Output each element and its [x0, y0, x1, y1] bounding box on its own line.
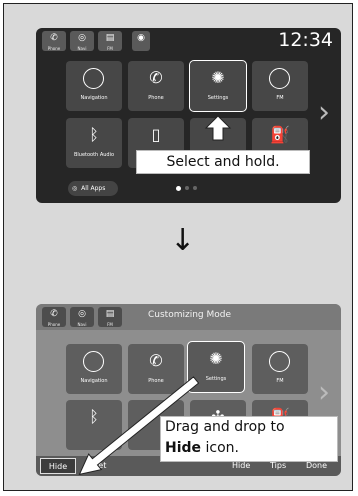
navi-icon: ◎ [78, 33, 86, 43]
clock: 12:34 [278, 29, 333, 51]
media-shortcut-button[interactable]: ◉ [132, 31, 150, 51]
instruction-caption: Drag and drop to Hide icon. [160, 416, 338, 462]
smartphone-icon: ▯ [151, 125, 161, 144]
fuel-icon: ⛽ [270, 125, 290, 144]
gear-icon: ✺ [211, 68, 225, 87]
instruction-caption: Select and hold. [136, 150, 310, 174]
phone-icon: ✆ [50, 33, 58, 43]
down-arrow-icon: ↓ [170, 223, 196, 258]
illustration-frame: ✆ Phone ◎ Navi ▤ FM ◉ 12:34 Navigation ✆… [3, 3, 353, 491]
bluetooth-audio-tile[interactable]: ᛒ Bluetooth Audio [66, 118, 122, 168]
all-apps-button[interactable]: ◎ All Apps [68, 181, 118, 196]
radio-icon [269, 68, 290, 89]
chevron-right-icon[interactable]: › [318, 98, 330, 128]
settings-tile[interactable]: ✺ Settings [189, 60, 247, 112]
compass-icon [83, 68, 104, 89]
fm-tile[interactable]: FM [252, 61, 308, 111]
apps-icon: ◎ [72, 185, 78, 192]
phone-tile[interactable]: ✆ Phone [128, 61, 184, 111]
fm-icon: ▤ [105, 33, 115, 43]
fm-shortcut-button[interactable]: ▤ FM [98, 31, 122, 51]
navi-shortcut-button[interactable]: ◎ Navi [70, 31, 94, 51]
navigation-tile[interactable]: Navigation [66, 61, 122, 111]
page-indicator [176, 186, 206, 192]
hide-keyword: Hide [165, 440, 202, 456]
bluetooth-icon: ᛒ [89, 125, 99, 144]
status-bar: ✆ Phone ◎ Navi ▤ FM ◉ 12:34 [36, 28, 341, 54]
phone-shortcut-button[interactable]: ✆ Phone [42, 31, 66, 51]
home-screen: ✆ Phone ◎ Navi ▤ FM ◉ 12:34 Navigation ✆… [36, 28, 341, 203]
phone-icon: ✆ [149, 68, 163, 87]
customizing-screen: ✆ Phone ◎ Navi ▤ FM Customizing Mode Nav… [36, 304, 341, 476]
disc-icon: ◉ [137, 33, 145, 43]
up-arrow-icon [204, 115, 232, 141]
